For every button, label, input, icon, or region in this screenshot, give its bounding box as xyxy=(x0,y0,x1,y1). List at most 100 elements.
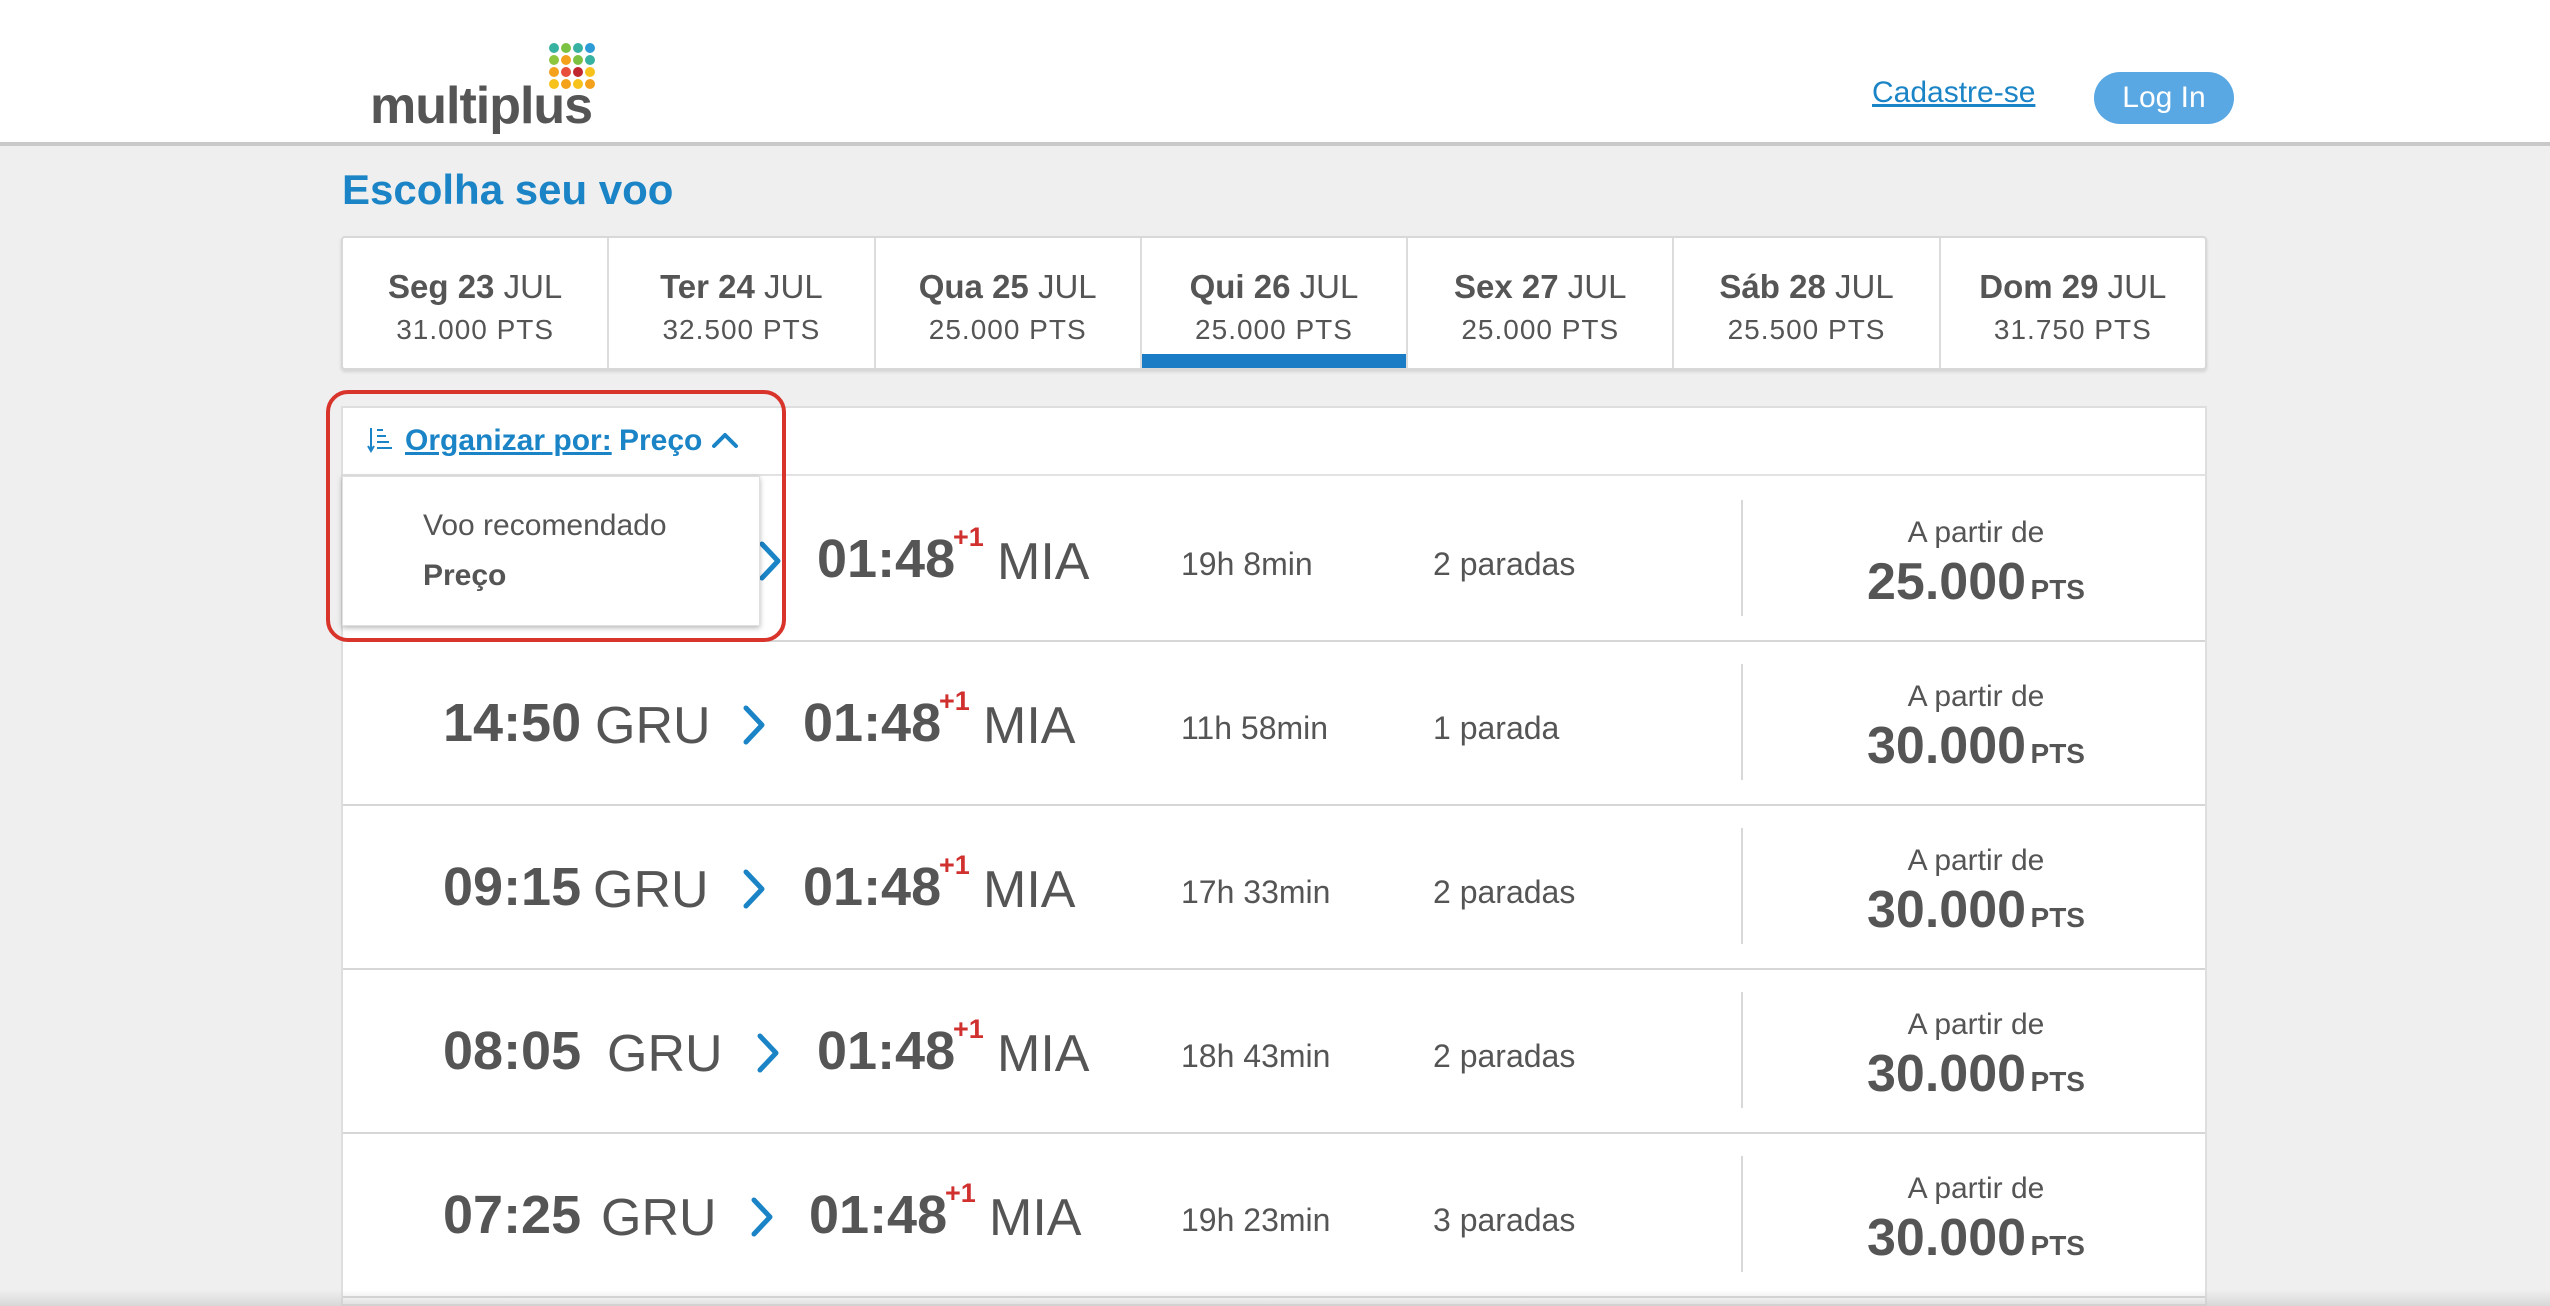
next-day-badge: +1 xyxy=(945,1178,976,1208)
date-tab[interactable]: Seg 23 JUL 31.000 PTS xyxy=(343,238,610,368)
flight-duration: 19h 8min xyxy=(1181,546,1313,582)
chevron-right-icon xyxy=(743,705,765,745)
date-tab-month: JUL xyxy=(2107,268,2167,305)
date-tab-selected[interactable]: Qui 26 JUL 25.000 PTS xyxy=(1141,238,1409,368)
logo-dots-icon xyxy=(549,43,595,89)
sort-icon xyxy=(367,428,392,453)
flight-row[interactable]: 14:50 GRU 01:48 +1 MIA 11h 58min 1 parad… xyxy=(343,642,2205,806)
departure-airport: GRU xyxy=(601,1189,717,1247)
sort-by-label[interactable]: Organizar por: xyxy=(405,424,612,458)
date-tab-month: JUL xyxy=(764,268,823,305)
date-tab[interactable]: Sex 27 JUL 25.000 PTS xyxy=(1408,238,1675,368)
departure-airport: GRU xyxy=(595,697,711,755)
price-unit: PTS xyxy=(2030,902,2085,933)
next-day-badge: +1 xyxy=(953,522,984,552)
price-amount: 30.000 xyxy=(1867,717,2027,775)
chevron-right-icon xyxy=(743,869,765,909)
arrival-time: 01:48 xyxy=(803,857,942,917)
date-tab-points: 25.500 PTS xyxy=(1727,314,1886,345)
date-tab-points: 25.000 PTS xyxy=(928,314,1087,345)
flight-duration: 19h 23min xyxy=(1181,1202,1331,1238)
date-tab-month: JUL xyxy=(1834,268,1894,305)
date-tab-points: 25.000 PTS xyxy=(1195,314,1353,345)
departure-time: 09:15 xyxy=(443,857,582,917)
arrival-airport: MIA xyxy=(997,1025,1090,1083)
page-title: Escolha seu voo xyxy=(342,166,674,213)
price-amount: 30.000 xyxy=(1867,1209,2027,1267)
flight-stops: 3 paradas xyxy=(1433,1202,1576,1238)
price-caption: A partir de xyxy=(1907,516,2045,549)
date-tab[interactable]: Dom 29 JUL 31.750 PTS xyxy=(1941,238,2205,368)
date-tab-day: Qua 25 xyxy=(918,268,1029,305)
price: 30.000 PTS xyxy=(1743,1044,2209,1104)
date-tab-day: Ter 24 xyxy=(660,268,755,305)
flight-duration: 17h 33min xyxy=(1181,874,1331,910)
price-amount: 30.000 xyxy=(1867,881,2027,939)
departure-time: 07:25 xyxy=(443,1185,582,1245)
date-tab[interactable]: Ter 24 JUL 32.500 PTS xyxy=(609,238,876,368)
date-tab-day: Seg 23 xyxy=(388,268,495,305)
date-tab-day: Dom 29 xyxy=(1979,268,2099,305)
date-tab-month: JUL xyxy=(1567,268,1627,305)
chevron-right-icon xyxy=(757,1033,779,1073)
arrival-time: 01:48 xyxy=(817,1021,956,1081)
next-day-badge: +1 xyxy=(939,850,970,880)
price: 25.000 PTS xyxy=(1743,552,2209,612)
date-tab[interactable]: Qua 25 JUL 25.000 PTS xyxy=(876,238,1142,368)
chevron-right-icon xyxy=(759,541,781,581)
next-day-badge: +1 xyxy=(939,686,970,716)
login-button[interactable]: Log In xyxy=(2094,72,2234,124)
price: 30.000 PTS xyxy=(1743,1208,2209,1268)
sort-dropdown: Voo recomendado Preço xyxy=(342,476,760,626)
arrival-airport: MIA xyxy=(983,697,1076,755)
price-unit: PTS xyxy=(2030,738,2085,769)
price-unit: PTS xyxy=(2030,1066,2085,1097)
bottom-shadow xyxy=(0,1290,2550,1306)
arrival-time: 01:48 xyxy=(817,529,956,589)
date-tab-points: 31.000 PTS xyxy=(396,314,555,345)
date-tab-month: JUL xyxy=(503,268,563,305)
price-caption: A partir de xyxy=(1907,844,2045,877)
departure-airport: GRU xyxy=(607,1025,723,1083)
flight-row[interactable]: 07:25 GRU 01:48 +1 MIA 19h 23min 3 parad… xyxy=(343,1134,2205,1298)
arrival-airport: MIA xyxy=(983,861,1076,919)
flight-stops: 2 paradas xyxy=(1433,1038,1576,1074)
flight-row[interactable]: 09:15 GRU 01:48 +1 MIA 17h 33min 2 parad… xyxy=(343,806,2205,970)
sort-option-recommended[interactable]: Voo recomendado xyxy=(423,509,667,543)
arrival-airport: MIA xyxy=(997,533,1090,591)
price: 30.000 PTS xyxy=(1743,716,2209,776)
date-tab-points: 32.500 PTS xyxy=(662,314,821,345)
flight-stops: 1 parada xyxy=(1433,710,1560,746)
date-tab-points: 25.000 PTS xyxy=(1461,314,1620,345)
flight-duration: 11h 58min xyxy=(1181,710,1329,746)
flight-stops: 2 paradas xyxy=(1433,874,1576,910)
flight-stops: 2 paradas xyxy=(1433,546,1576,582)
price-amount: 25.000 xyxy=(1867,553,2027,611)
sort-option-price[interactable]: Preço xyxy=(423,559,506,593)
multiplus-logo[interactable]: multiplus xyxy=(370,40,610,135)
chevron-up-icon[interactable] xyxy=(711,430,739,450)
price-unit: PTS xyxy=(2030,574,2085,605)
next-day-badge: +1 xyxy=(953,1014,984,1044)
flight-row[interactable]: 08:05 GRU 01:48 +1 MIA 18h 43min 2 parad… xyxy=(343,970,2205,1134)
date-tab-day: Qui 26 xyxy=(1189,268,1291,305)
signup-link[interactable]: Cadastre-se xyxy=(1872,76,2035,110)
arrival-airport: MIA xyxy=(989,1189,1082,1247)
date-tab-month: JUL xyxy=(1299,268,1359,305)
date-tab[interactable]: Sáb 28 JUL 25.500 PTS xyxy=(1674,238,1941,368)
price-amount: 30.000 xyxy=(1867,1045,2027,1103)
chevron-right-icon xyxy=(751,1197,773,1237)
date-tabs: Seg 23 JUL 31.000 PTS Ter 24 JUL 32.500 … xyxy=(341,236,2207,370)
flight-duration: 18h 43min xyxy=(1181,1038,1331,1074)
price-unit: PTS xyxy=(2030,1230,2085,1261)
sort-by-value[interactable]: Preço xyxy=(619,424,702,458)
departure-time: 14:50 xyxy=(443,693,582,753)
departure-airport: GRU xyxy=(593,861,709,919)
date-tab-day: Sáb 28 xyxy=(1719,268,1826,305)
price: 30.000 PTS xyxy=(1743,880,2209,940)
site-header: multiplus Cadastre-se Log In xyxy=(0,0,2550,146)
price-caption: A partir de xyxy=(1907,1008,2045,1041)
date-tab-day: Sex 27 xyxy=(1454,268,1559,305)
price-caption: A partir de xyxy=(1907,680,2045,713)
date-tab-month: JUL xyxy=(1037,268,1097,305)
